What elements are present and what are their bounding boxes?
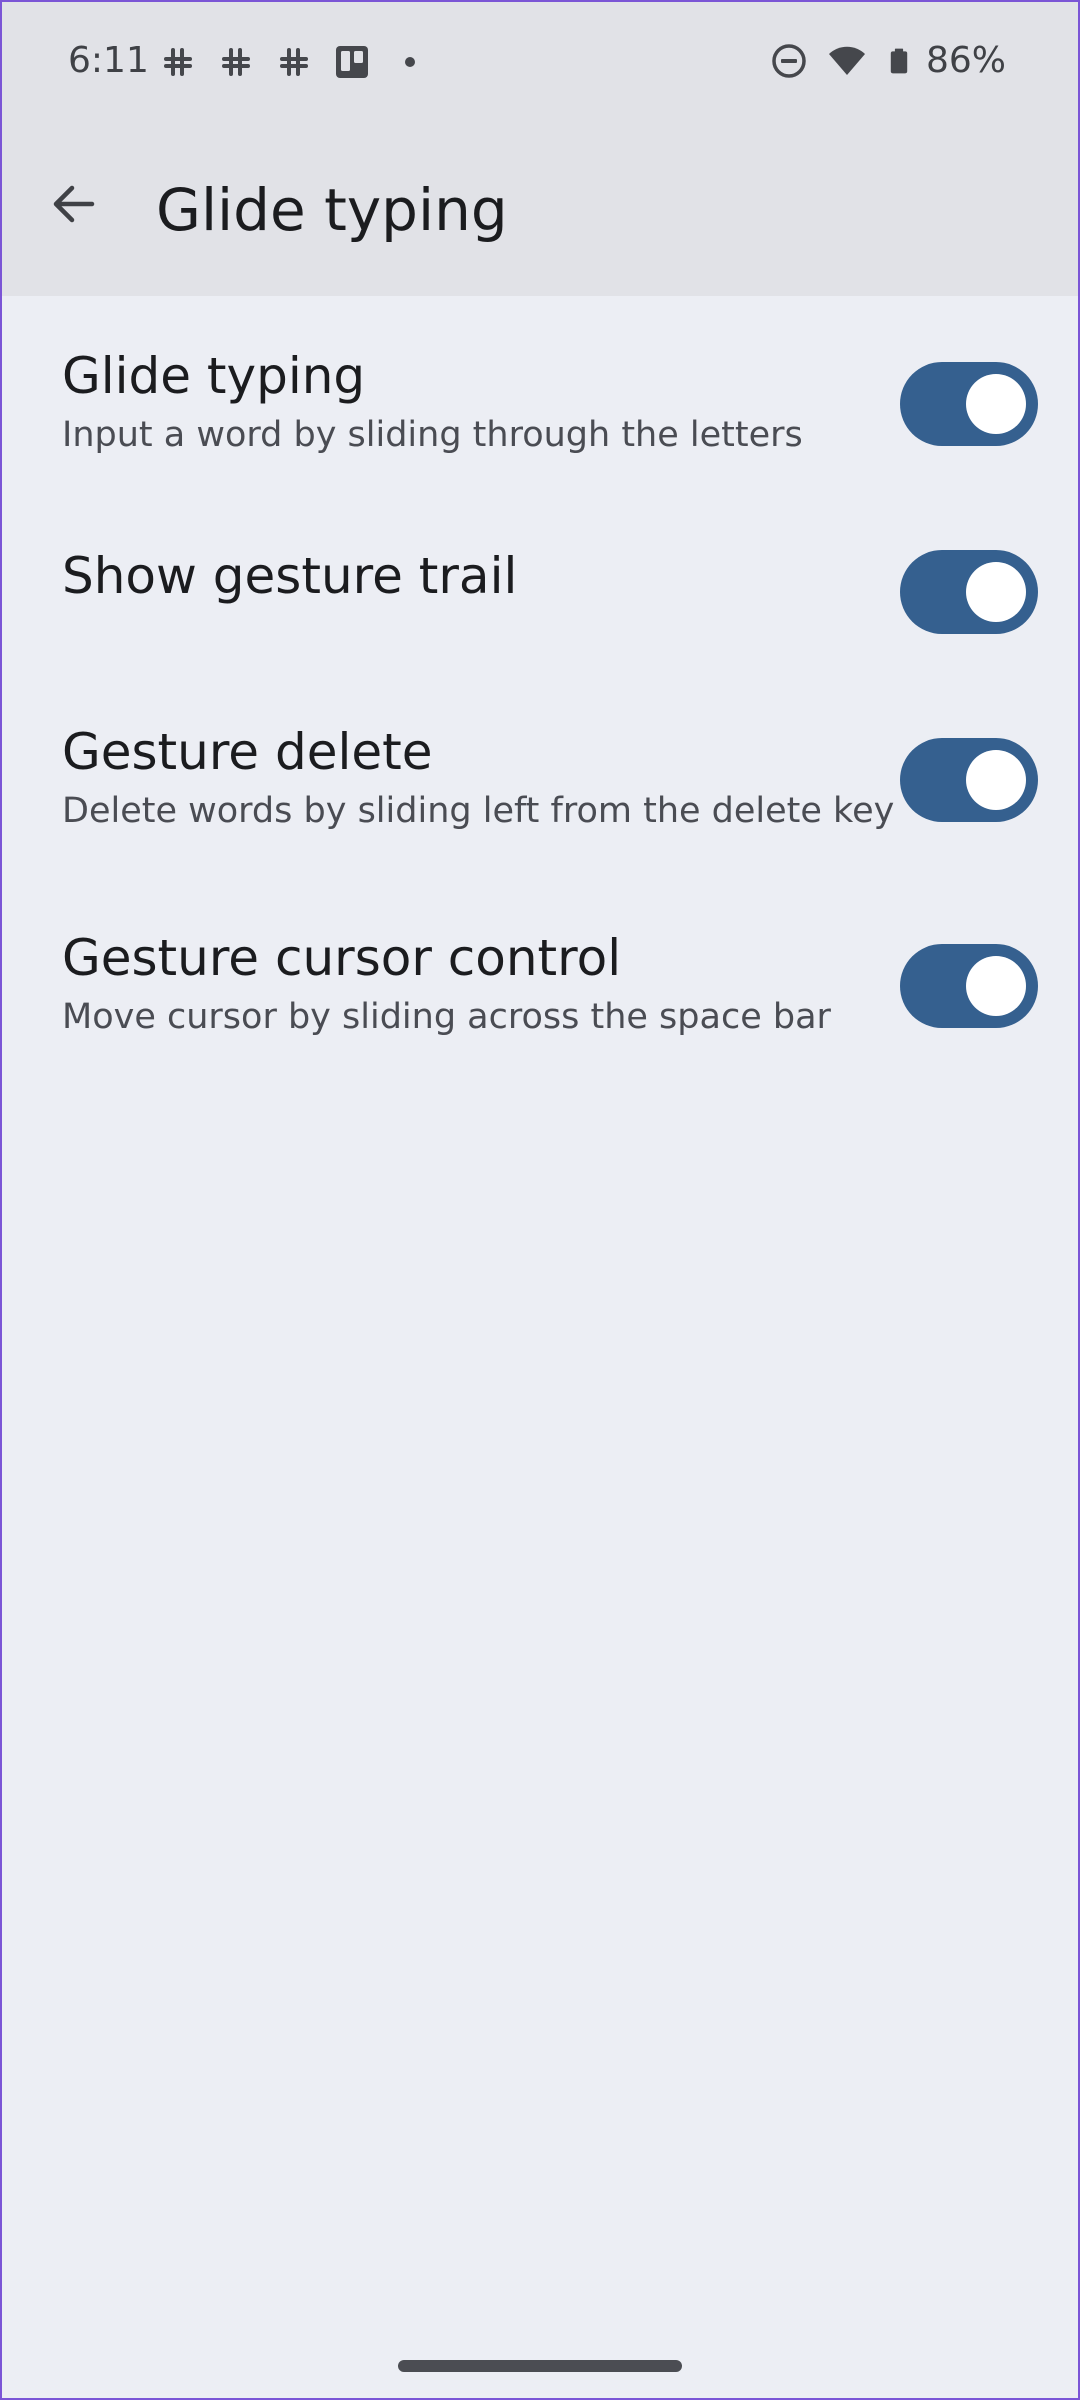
setting-gesture-cursor-control[interactable]: Gesture cursor control Move cursor by sl…	[0, 886, 1080, 1086]
status-time: 6:11	[68, 40, 149, 81]
slack-icon	[280, 48, 308, 76]
setting-show-gesture-trail[interactable]: Show gesture trail	[0, 486, 1080, 672]
app-bar: Glide typing	[0, 128, 1080, 296]
toggle-knob	[966, 562, 1026, 622]
slack-icon	[222, 48, 250, 76]
toggle-knob	[966, 374, 1026, 434]
system-icons: 86%	[770, 40, 1006, 81]
notification-icons	[160, 44, 428, 80]
status-bar: 6:11 86%	[0, 0, 1080, 128]
gesture-cursor-control-toggle[interactable]	[900, 944, 1038, 1028]
arrow-back-icon	[53, 185, 95, 223]
gesture-delete-toggle[interactable]	[900, 738, 1038, 822]
setting-glide-typing[interactable]: Glide typing Input a word by sliding thr…	[0, 296, 1080, 486]
dot-icon	[405, 57, 415, 67]
gesture-nav-handle[interactable]	[398, 2360, 682, 2372]
wifi-icon	[828, 46, 865, 75]
page-title: Glide typing	[156, 176, 508, 244]
slack-icon	[164, 48, 192, 76]
battery-percent: 86%	[925, 40, 1006, 81]
back-button[interactable]	[36, 166, 112, 242]
setting-gesture-delete[interactable]: Gesture delete Delete words by sliding l…	[0, 672, 1080, 886]
battery-icon	[890, 48, 908, 73]
do-not-disturb-icon	[772, 43, 806, 78]
trello-icon	[336, 46, 368, 78]
toggle-knob	[966, 750, 1026, 810]
glide-typing-toggle[interactable]	[900, 362, 1038, 446]
toggle-knob	[966, 956, 1026, 1016]
show-gesture-trail-toggle[interactable]	[900, 550, 1038, 634]
settings-list: Glide typing Input a word by sliding thr…	[0, 296, 1080, 1086]
